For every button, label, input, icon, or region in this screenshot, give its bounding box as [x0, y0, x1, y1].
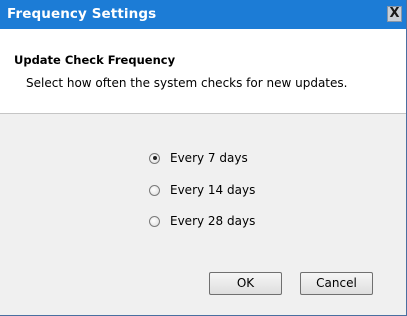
option-every-14-days[interactable]: Every 14 days: [149, 181, 255, 199]
frequency-settings-dialog: Frequency Settings X Update Check Freque…: [0, 0, 407, 316]
ok-button[interactable]: OK: [209, 272, 282, 295]
option-every-28-days[interactable]: Every 28 days: [149, 212, 255, 230]
cancel-button[interactable]: Cancel: [300, 272, 373, 295]
dialog-body: Every 7 days Every 14 days Every 28 days…: [0, 114, 406, 315]
section-heading: Update Check Frequency: [14, 53, 176, 67]
radio-button-unchecked-icon[interactable]: [149, 184, 160, 196]
close-button[interactable]: X: [387, 6, 402, 22]
option-label[interactable]: Every 28 days: [170, 214, 255, 228]
option-label[interactable]: Every 7 days: [170, 151, 248, 165]
title-bar[interactable]: Frequency Settings X: [0, 0, 406, 29]
option-label[interactable]: Every 14 days: [170, 183, 255, 197]
radio-button-checked-icon[interactable]: [149, 152, 160, 164]
option-every-7-days[interactable]: Every 7 days: [149, 149, 248, 167]
window-title: Frequency Settings: [7, 6, 157, 22]
dialog-header: Update Check Frequency Select how often …: [0, 29, 406, 114]
section-description: Select how often the system checks for n…: [26, 76, 348, 90]
radio-button-unchecked-icon[interactable]: [149, 215, 160, 227]
